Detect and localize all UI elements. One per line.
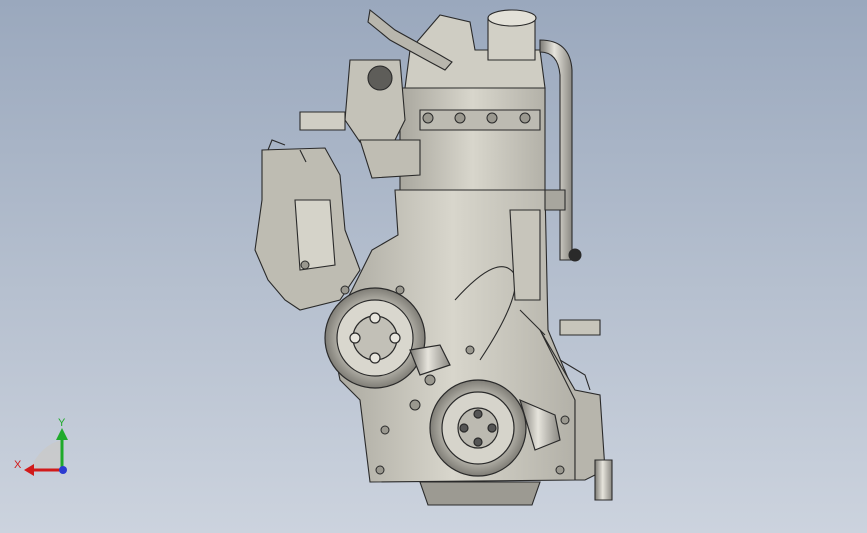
graphics-viewport[interactable]: Y X [0,0,867,533]
x-axis-label: X [14,459,22,471]
y-axis-label: Y [58,417,66,429]
y-axis-head [56,428,68,440]
orientation-triad: Y X [14,417,68,476]
x-axis-head [24,464,34,476]
z-axis-dot [59,466,67,474]
triad-plane-shade [30,440,62,470]
